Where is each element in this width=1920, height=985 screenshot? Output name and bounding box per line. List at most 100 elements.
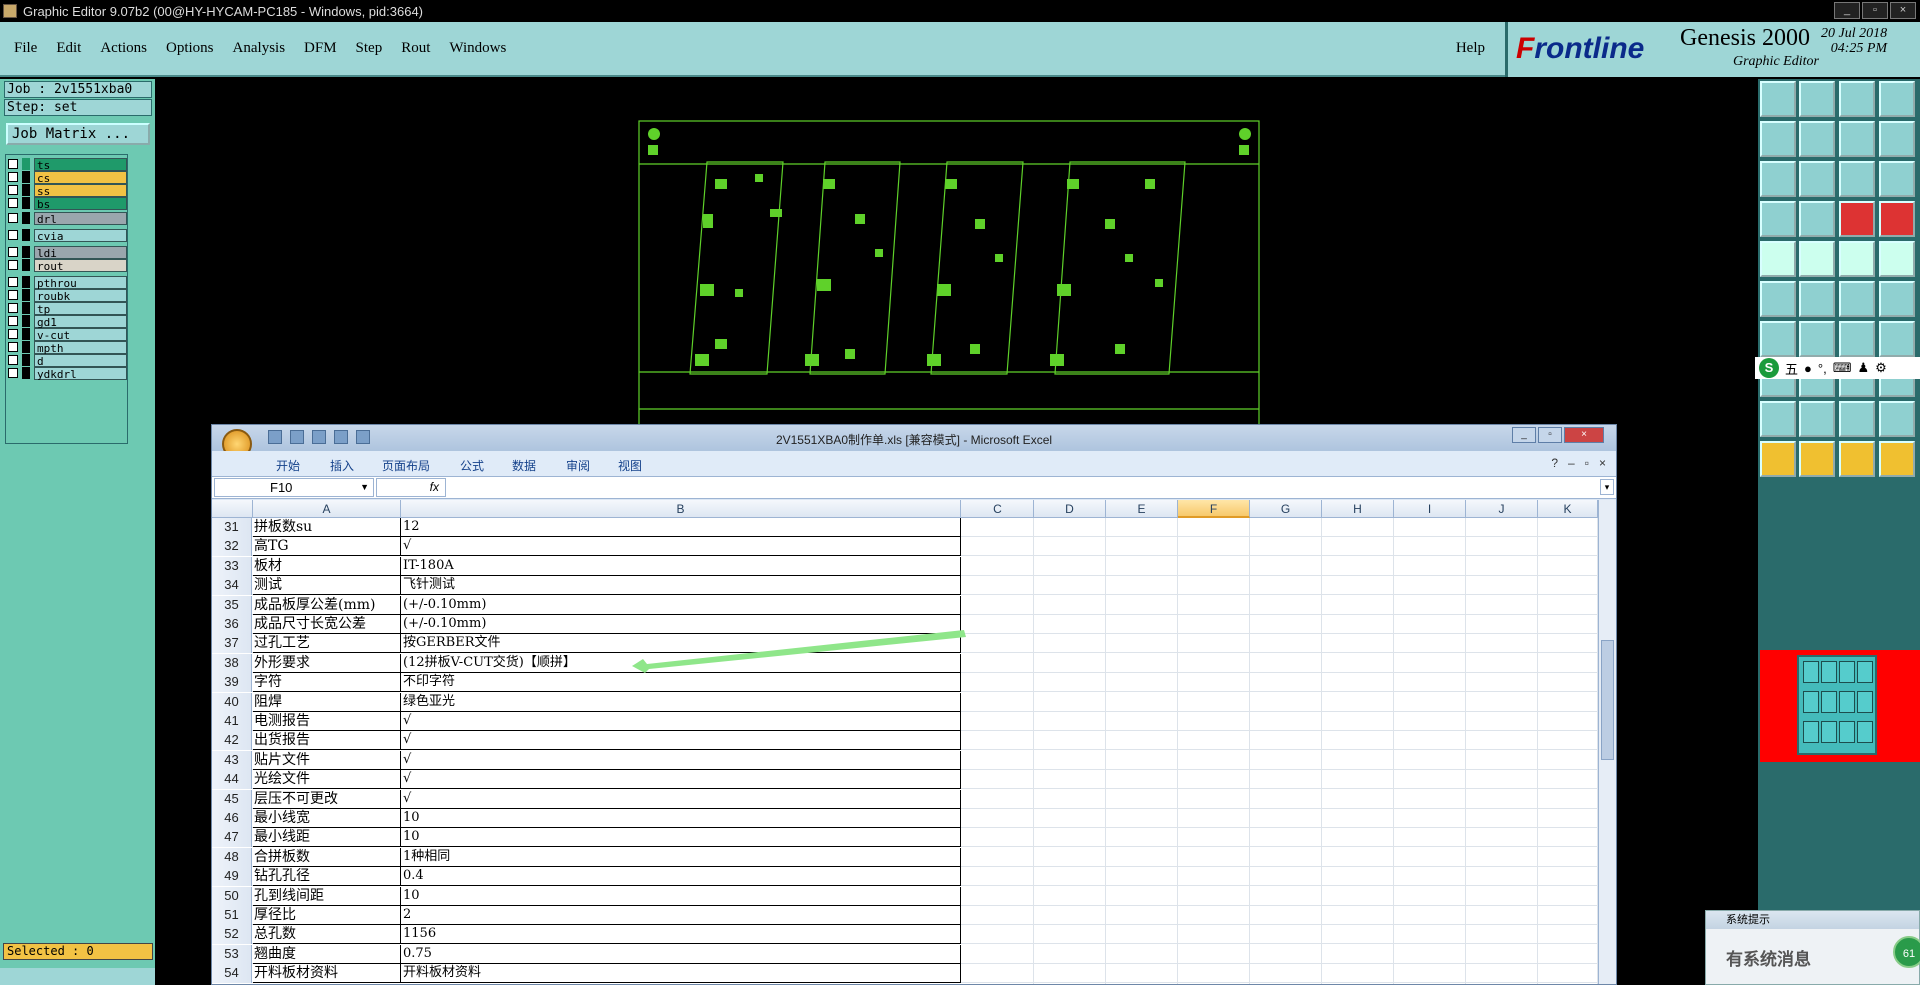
layer-row-ss[interactable]: ss <box>8 183 127 198</box>
layer-name[interactable]: ldi <box>34 245 127 260</box>
line-icon[interactable] <box>1839 281 1875 317</box>
layer-name[interactable]: tp <box>34 301 127 316</box>
arch-2-icon[interactable] <box>1879 401 1915 437</box>
zoom-in-icon[interactable] <box>1799 161 1835 197</box>
layer-checkbox[interactable] <box>8 290 18 300</box>
triangle-2-icon[interactable] <box>1799 401 1835 437</box>
layer-name[interactable]: ydkdrl <box>34 366 127 381</box>
ime-toolbar[interactable]: S 五 ● °, ⌨ ♟ ⚙ <box>1755 357 1920 379</box>
layer-row-v-cut[interactable]: v-cut <box>8 327 127 342</box>
layer-name[interactable]: d <box>34 353 127 368</box>
layer-name[interactable]: cs <box>34 170 127 185</box>
layer-checkbox[interactable] <box>8 213 18 223</box>
layer-row-tp[interactable]: tp <box>8 301 127 316</box>
scale-icon[interactable] <box>1839 161 1875 197</box>
shape-icon[interactable] <box>1799 241 1835 277</box>
tool-16-icon[interactable] <box>1879 201 1915 237</box>
layer-checkbox[interactable] <box>8 185 18 195</box>
layer-row-pthrou[interactable]: pthrou <box>8 275 127 290</box>
dot-icon[interactable] <box>1879 241 1915 277</box>
help-icon[interactable] <box>1879 161 1915 197</box>
menu-edit[interactable]: Edit <box>56 40 81 57</box>
layer-checkbox[interactable] <box>8 172 18 182</box>
layer-row-roubk[interactable]: roubk <box>8 288 127 303</box>
cross-icon[interactable] <box>1799 281 1835 317</box>
layer-row-ldi[interactable]: ldi <box>8 245 127 260</box>
close-button[interactable]: × <box>1890 2 1916 19</box>
pad-icon[interactable] <box>1760 241 1796 277</box>
measure-icon[interactable] <box>1839 241 1875 277</box>
home-icon[interactable] <box>1839 81 1875 117</box>
arch-icon[interactable] <box>1839 401 1875 437</box>
menu-windows[interactable]: Windows <box>449 40 506 57</box>
layer-row-bs[interactable]: bs <box>8 196 127 211</box>
layer-checkbox[interactable] <box>8 159 18 169</box>
layer-name[interactable]: bs <box>34 196 127 211</box>
emoji-icon[interactable]: °, <box>1818 361 1827 376</box>
tool-15-icon[interactable] <box>1839 201 1875 237</box>
layer-checkbox[interactable] <box>8 230 18 240</box>
layer-row-drl[interactable]: drl <box>8 211 127 226</box>
layer-checkbox[interactable] <box>8 277 18 287</box>
layer-row-gd1[interactable]: gd1 <box>8 314 127 329</box>
punctuation-icon[interactable]: ● <box>1804 361 1812 376</box>
layer-row-cvia[interactable]: cvia <box>8 228 127 243</box>
ime-mode-label[interactable]: 五 <box>1785 359 1798 378</box>
layer-checkbox[interactable] <box>8 303 18 313</box>
tool-8-icon[interactable] <box>1879 121 1915 157</box>
layer-row-ts[interactable]: ts <box>8 157 127 172</box>
settings-icon[interactable]: ⚙ <box>1875 360 1887 376</box>
layer-checkbox[interactable] <box>8 342 18 352</box>
line-2-icon[interactable] <box>1879 281 1915 317</box>
menu-help[interactable]: Help <box>1456 40 1485 57</box>
layer-name[interactable]: cvia <box>34 228 127 243</box>
layer-row-rout[interactable]: rout <box>8 258 127 273</box>
system-notification[interactable]: 系统提示 有系统消息 61 <box>1705 910 1920 985</box>
pointer-2-icon[interactable] <box>1799 441 1835 477</box>
triangle-icon[interactable] <box>1760 401 1796 437</box>
grid-icon[interactable] <box>1879 81 1915 117</box>
user-icon[interactable]: ♟ <box>1857 360 1869 376</box>
minimize-button[interactable]: _ <box>1834 2 1860 19</box>
tool-1-icon[interactable] <box>1760 81 1796 117</box>
layer-name[interactable]: pthrou <box>34 275 127 290</box>
layer-checkbox[interactable] <box>8 316 18 326</box>
menu-actions[interactable]: Actions <box>100 40 147 57</box>
layer-checkbox[interactable] <box>8 247 18 257</box>
net-icon[interactable] <box>1760 281 1796 317</box>
pencil-icon[interactable] <box>1799 321 1835 357</box>
pointer-3-icon[interactable] <box>1839 441 1875 477</box>
menu-rout[interactable]: Rout <box>401 40 430 57</box>
layer-checkbox[interactable] <box>8 198 18 208</box>
tool-7-icon[interactable] <box>1839 121 1875 157</box>
menu-file[interactable]: File <box>14 40 37 57</box>
pointer-icon[interactable] <box>1760 441 1796 477</box>
route-icon[interactable] <box>1879 441 1915 477</box>
layer-checkbox[interactable] <box>8 329 18 339</box>
menu-dfm[interactable]: DFM <box>304 40 337 57</box>
maximize-button[interactable]: ▫ <box>1862 2 1888 19</box>
layer-name[interactable]: drl <box>34 211 127 226</box>
menu-analysis[interactable]: Analysis <box>233 40 286 57</box>
tool-6-icon[interactable] <box>1799 121 1835 157</box>
tool-32-icon[interactable] <box>1879 321 1915 357</box>
layer-checkbox[interactable] <box>8 368 18 378</box>
tool-2-icon[interactable] <box>1799 81 1835 117</box>
layer-row-ydkdrl[interactable]: ydkdrl <box>8 366 127 381</box>
layer-name[interactable]: rout <box>34 258 127 273</box>
layer-checkbox[interactable] <box>8 355 18 365</box>
layer-name[interactable]: ss <box>34 183 127 198</box>
tool-13-icon[interactable] <box>1760 201 1796 237</box>
tool-5-icon[interactable] <box>1760 121 1796 157</box>
menu-step[interactable]: Step <box>356 40 383 57</box>
keyboard-icon[interactable]: ⌨ <box>1833 360 1852 376</box>
sogou-icon[interactable]: S <box>1759 358 1779 378</box>
layer-row-mpth[interactable]: mpth <box>8 340 127 355</box>
layer-row-cs[interactable]: cs <box>8 170 127 185</box>
menu-options[interactable]: Options <box>166 40 214 57</box>
arc-icon[interactable] <box>1839 321 1875 357</box>
panel-minimap[interactable] <box>1760 650 1920 762</box>
layer-name[interactable]: mpth <box>34 340 127 355</box>
layer-row-d[interactable]: d <box>8 353 127 368</box>
layer-name[interactable]: roubk <box>34 288 127 303</box>
